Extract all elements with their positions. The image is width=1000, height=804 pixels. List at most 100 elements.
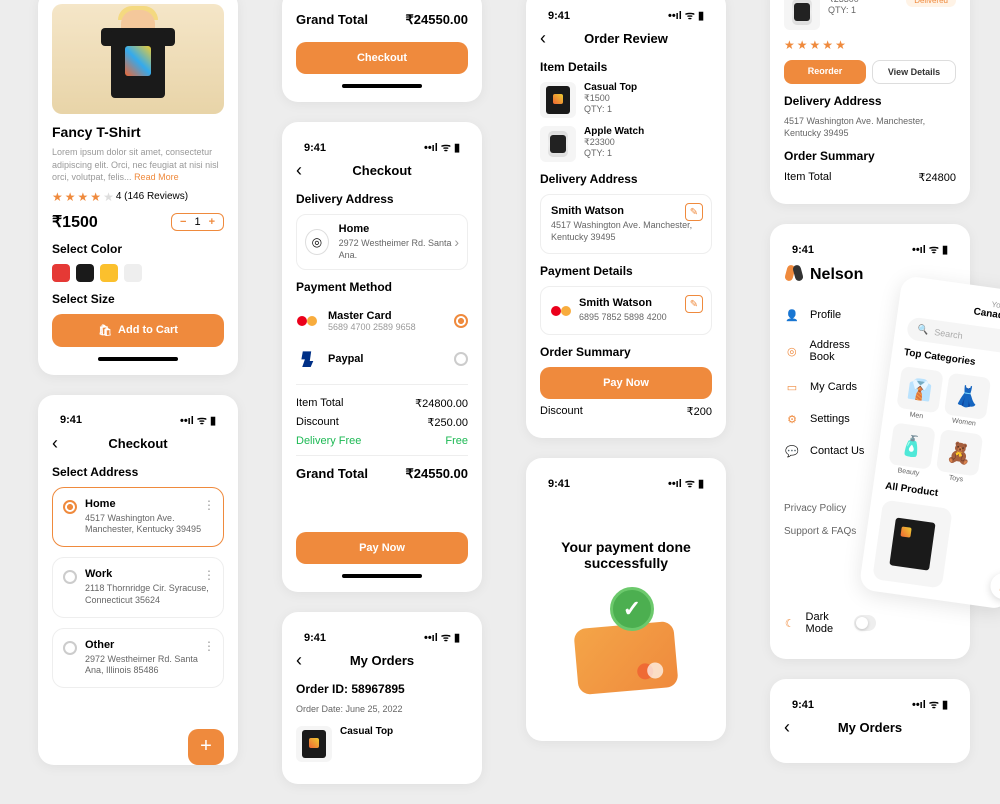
back-icon[interactable]: ‹ xyxy=(540,28,546,49)
category-beauty[interactable]: 🧴Beauty xyxy=(887,423,936,479)
header-title: Order Review xyxy=(584,31,668,46)
address-option-work[interactable]: Work2118 Thornridge Cir. Syracuse, Conne… xyxy=(52,557,224,617)
address-selector[interactable]: ◎ Home2972 Westheimer Rd. Santa Ana. › xyxy=(296,214,468,270)
checkout-button[interactable]: Checkout xyxy=(296,42,468,74)
select-color-label: Select Color xyxy=(52,242,224,256)
order-review-screen: 9:41••ıl ᯤ ▮ ‹Order Review Item Details … xyxy=(526,0,726,438)
home-preview-card: Your locationCanada, USA 🔍Search Top Cat… xyxy=(859,275,1000,610)
star-icon: ★ xyxy=(90,190,101,204)
payment-method-label: Payment Method xyxy=(296,280,468,294)
rating-row: ★★★★★ 4 (146 Reviews) xyxy=(52,190,224,204)
category-women[interactable]: 👗Women xyxy=(943,373,992,429)
review-address-card: Smith Watson 4517 Washington Ave. Manche… xyxy=(540,194,712,254)
address-option-home[interactable]: Home4517 Washington Ave. Manchester, Ken… xyxy=(52,487,224,547)
header-title: My Orders xyxy=(350,653,414,668)
payment-mastercard[interactable]: Master Card5689 4700 2589 9658 xyxy=(296,302,468,340)
menu-profile[interactable]: 👤Profile xyxy=(784,299,876,331)
back-icon[interactable]: ‹ xyxy=(52,433,58,454)
more-icon[interactable]: ⋮ xyxy=(203,498,215,512)
address-icon: ◎ xyxy=(784,343,800,359)
select-address-label: Select Address xyxy=(52,465,224,479)
swatch-red[interactable] xyxy=(52,264,70,282)
star-icon: ★ xyxy=(52,190,63,204)
product-thumb[interactable] xyxy=(872,500,952,589)
more-icon[interactable]: ⋮ xyxy=(203,639,215,653)
status-time: 9:41 xyxy=(304,142,326,154)
edit-icon[interactable]: ✎ xyxy=(685,203,703,221)
header-title: Checkout xyxy=(352,163,411,178)
delivered-badge: Delivered xyxy=(906,0,956,7)
product-price: ₹1500 xyxy=(52,212,98,232)
radio-on[interactable] xyxy=(63,500,77,514)
menu-my-cards[interactable]: ▭My Cards xyxy=(784,371,876,403)
radio-off[interactable] xyxy=(63,570,77,584)
swatch-black[interactable] xyxy=(76,264,94,282)
add-to-cart-button[interactable]: 🛍Add to Cart xyxy=(52,314,224,347)
review-payment-card: Smith Watson6895 7852 5898 4200 ✎ xyxy=(540,286,712,335)
dark-mode-toggle[interactable]: ☾Dark Mode xyxy=(784,603,876,643)
back-icon[interactable]: ‹ xyxy=(296,160,302,181)
category-toys[interactable]: 🧸Toys xyxy=(935,429,984,485)
read-more-link[interactable]: Read More xyxy=(134,172,179,182)
gear-icon: ⚙ xyxy=(784,411,800,427)
menu-contact[interactable]: 💬Contact Us xyxy=(784,435,876,467)
delivery-address-label: Delivery Address xyxy=(784,94,956,108)
reorder-button[interactable]: Reorder xyxy=(784,60,866,84)
more-icon[interactable]: ⋮ xyxy=(203,568,215,582)
star-icon: ★ xyxy=(65,190,76,204)
support-link[interactable]: Support & FAQs xyxy=(784,520,876,543)
status-icons: ••ıl ᯤ ▮ xyxy=(180,413,216,428)
success-illustration: ✓ xyxy=(566,591,686,691)
back-icon[interactable]: ‹ xyxy=(296,650,302,671)
select-address-screen: 9:41••ıl ᯤ ▮ ‹Checkout Select Address Ho… xyxy=(38,395,238,765)
status-icons: ••ıl ᯤ ▮ xyxy=(668,8,704,23)
radio-off[interactable] xyxy=(454,352,468,366)
address-option-other[interactable]: Other2972 Westheimer Rd. Santa Ana, Illi… xyxy=(52,628,224,688)
product-desc: Lorem ipsum dolor sit amet, consectetur … xyxy=(52,146,224,184)
menu-settings[interactable]: ⚙Settings xyxy=(784,403,876,435)
add-address-fab[interactable]: + xyxy=(188,729,224,765)
pay-now-button[interactable]: Pay Now xyxy=(296,532,468,564)
swatch-grey[interactable] xyxy=(124,264,142,282)
search-icon: 🔍 xyxy=(917,324,930,336)
radio-off[interactable] xyxy=(63,641,77,655)
toggle-switch[interactable] xyxy=(854,615,876,631)
checkout-screen: 9:41••ıl ᯤ ▮ ‹Checkout Delivery Address … xyxy=(282,122,482,592)
home-indicator xyxy=(342,84,422,88)
radio-on[interactable] xyxy=(454,314,468,328)
home-icon[interactable]: ⌂ xyxy=(989,572,1000,601)
qty-stepper[interactable]: − 1 + xyxy=(171,213,224,231)
bag-icon: 🛍 xyxy=(98,324,112,337)
order-summary-label: Order Summary xyxy=(540,345,712,359)
view-details-button[interactable]: View Details xyxy=(872,60,956,84)
profile-icon: 👤 xyxy=(784,307,800,323)
qty-minus[interactable]: − xyxy=(180,216,186,228)
delivery-address-label: Delivery Address xyxy=(540,172,712,186)
qty-plus[interactable]: + xyxy=(209,216,215,228)
product-card: Fancy T-Shirt Lorem ipsum dolor sit amet… xyxy=(38,0,238,375)
star-icon: ★ xyxy=(103,190,114,204)
back-icon[interactable]: ‹ xyxy=(784,717,790,738)
address-text: 4517 Washington Ave. Manchester, Kentuck… xyxy=(784,116,956,139)
menu-address-book[interactable]: ◎Address Book xyxy=(784,331,876,371)
paypal-icon xyxy=(300,351,314,367)
status-icons: ••ıl ᯤ ▮ xyxy=(424,630,460,645)
my-orders-screen: 9:41••ıl ᯤ ▮ ‹My Orders Order ID: 589678… xyxy=(282,612,482,784)
payment-paypal[interactable]: Paypal xyxy=(296,340,468,378)
grand-total-value: ₹24550.00 xyxy=(406,12,469,28)
edit-icon[interactable]: ✎ xyxy=(685,295,703,313)
rating-text: 4 (146 Reviews) xyxy=(116,191,188,202)
chat-icon: 💬 xyxy=(784,443,800,459)
success-message: Your payment done successfully xyxy=(550,539,702,571)
header-title: Checkout xyxy=(108,436,167,451)
grand-total-label: Grand Total xyxy=(296,12,368,28)
pay-now-button[interactable]: Pay Now xyxy=(540,367,712,399)
rating-stars[interactable]: ★★★★★ xyxy=(784,38,956,52)
status-time: 9:41 xyxy=(792,699,814,711)
mastercard-icon xyxy=(297,314,317,328)
swatch-yellow[interactable] xyxy=(100,264,118,282)
order-detail-card: ₹23300QTY: 1 Delivered ★★★★★ Reorder Vie… xyxy=(770,0,970,204)
category-men[interactable]: 👔Men xyxy=(895,366,944,422)
privacy-link[interactable]: Privacy Policy xyxy=(784,497,876,520)
mastercard-icon xyxy=(551,304,571,318)
